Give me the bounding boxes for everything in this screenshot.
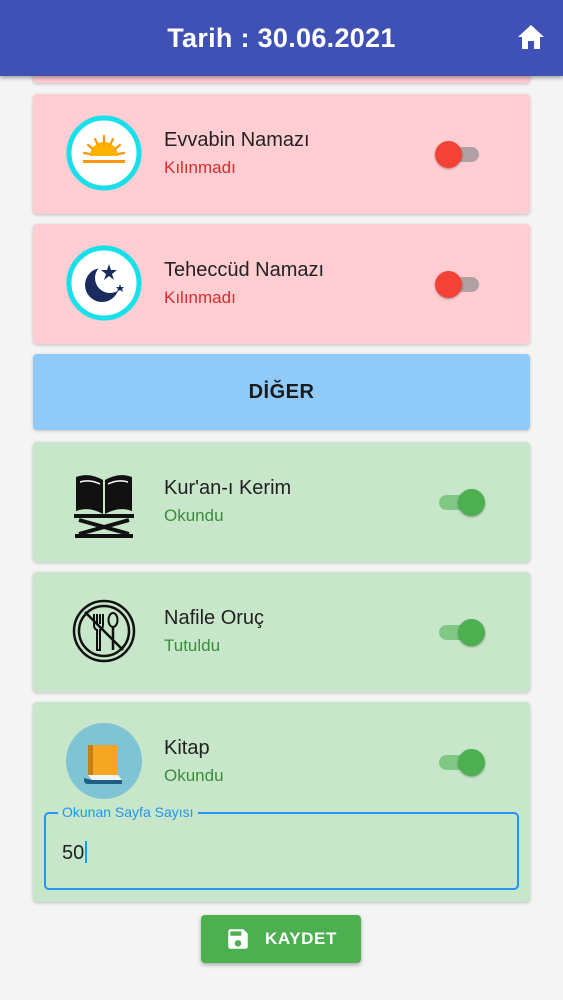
item-card-fasting: Nafile Oruç Tutuldu bbox=[33, 572, 530, 692]
item-card-evvabin: Evvabin Namazı Kılınmadı bbox=[33, 94, 530, 214]
save-button[interactable]: KAYDET bbox=[201, 915, 361, 963]
item-title: Kitap bbox=[164, 737, 210, 759]
item-status: Okundu bbox=[164, 766, 224, 785]
item-title: Nafile Oruç bbox=[164, 607, 265, 629]
item-title: Evvabin Namazı bbox=[164, 129, 310, 151]
switch-knob bbox=[435, 141, 462, 168]
moon-stars-icon bbox=[65, 244, 143, 322]
page-count-label: Okunan Sayfa Sayısı bbox=[58, 804, 198, 820]
section-header-other: DİĞER bbox=[33, 354, 530, 430]
page-count-input[interactable]: 50 bbox=[62, 841, 88, 865]
book-icon bbox=[66, 723, 144, 801]
item-status: Okundu bbox=[164, 506, 224, 525]
save-button-label: KAYDET bbox=[265, 929, 337, 948]
item-status: Tutuldu bbox=[164, 636, 221, 655]
quran-icon bbox=[65, 462, 143, 540]
sunrise-icon bbox=[65, 114, 143, 192]
switch-knob bbox=[458, 489, 485, 516]
item-status: Kılınmadı bbox=[164, 288, 236, 307]
item-title: Kur'an-ı Kerim bbox=[164, 477, 292, 499]
switch-knob bbox=[458, 749, 485, 776]
item-card-book: Kitap Okundu Okunan Sayfa Sayısı 50 bbox=[33, 702, 530, 902]
item-switch[interactable] bbox=[435, 749, 485, 776]
page-count-value: 50 bbox=[62, 842, 85, 864]
date-title: Tarih : 30.06.2021 bbox=[167, 22, 396, 53]
home-icon[interactable] bbox=[517, 24, 545, 50]
no-eating-icon bbox=[65, 592, 143, 670]
item-switch[interactable] bbox=[435, 619, 485, 646]
item-title: Teheccüd Namazı bbox=[164, 259, 325, 281]
item-card-teheccud: Teheccüd Namazı Kılınmadı bbox=[33, 224, 530, 344]
item-switch[interactable] bbox=[435, 489, 485, 516]
item-switch[interactable] bbox=[435, 271, 483, 298]
text-cursor bbox=[85, 841, 88, 863]
app-bar: Tarih : 30.06.2021 bbox=[0, 0, 563, 76]
item-switch[interactable] bbox=[435, 141, 483, 168]
item-status: Kılınmadı bbox=[164, 158, 236, 177]
item-card-quran: Kur'an-ı Kerim Okundu bbox=[33, 442, 530, 562]
page-count-field[interactable]: Okunan Sayfa Sayısı 50 bbox=[44, 804, 519, 890]
save-icon bbox=[228, 929, 248, 949]
switch-knob bbox=[458, 619, 485, 646]
switch-knob bbox=[435, 271, 462, 298]
